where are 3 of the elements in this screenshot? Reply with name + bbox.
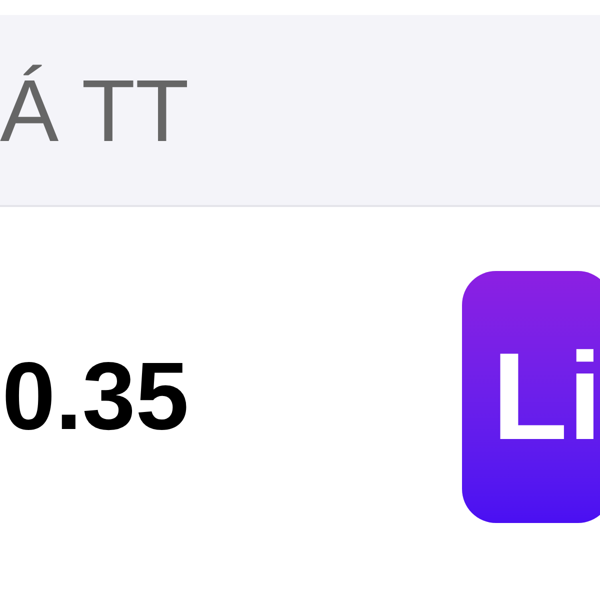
badge-text: Li: [492, 335, 600, 459]
column-title: Á TT: [0, 67, 190, 155]
value-text: 0.35: [2, 349, 189, 445]
